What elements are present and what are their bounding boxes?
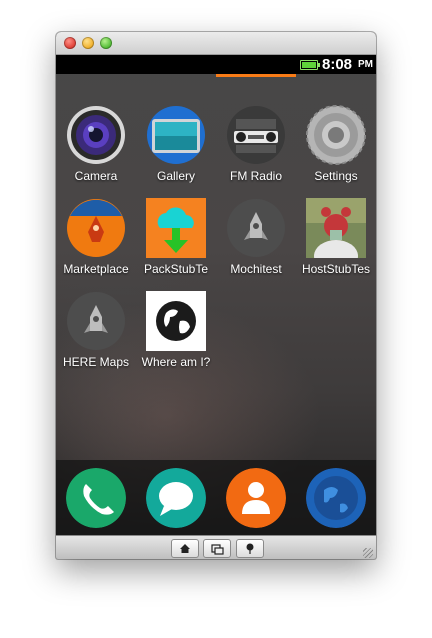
zoom-window-button[interactable] <box>100 37 112 49</box>
location-pin-icon <box>246 543 254 554</box>
photo-person-icon <box>306 198 366 258</box>
app-hoststub[interactable]: HostStubTes <box>296 192 376 276</box>
simulator-window: 8:08 PM Camera Gallery FM Radio Settings… <box>56 32 376 559</box>
app-packstub[interactable]: PackStubTe <box>136 192 216 276</box>
app-gallery[interactable]: Gallery <box>136 99 216 183</box>
rocket-icon <box>227 199 285 257</box>
browser-globe-icon[interactable] <box>306 468 366 528</box>
app-label: HERE Maps <box>62 355 130 369</box>
app-label: Camera <box>74 169 118 183</box>
app-camera[interactable]: Camera <box>56 99 136 183</box>
app-here-maps[interactable]: HERE Maps <box>56 285 136 369</box>
app-fm-radio[interactable]: FM Radio <box>216 99 296 183</box>
windows-icon <box>211 544 224 555</box>
dock <box>56 460 376 535</box>
page-indicator <box>216 74 296 77</box>
battery-icon <box>300 60 320 70</box>
phone-icon[interactable] <box>66 468 126 528</box>
camera-icon <box>67 106 125 164</box>
marketplace-rocket-icon <box>67 199 125 257</box>
contacts-icon[interactable] <box>226 468 286 528</box>
status-bar: 8:08 PM <box>56 55 376 74</box>
status-ampm: PM <box>358 59 373 70</box>
settings-gear-icon <box>306 105 366 165</box>
resize-grip[interactable] <box>363 548 373 558</box>
app-label: Mochitest <box>230 262 282 276</box>
app-label: Settings <box>314 169 358 183</box>
app-label: FM Radio <box>229 169 282 183</box>
app-mochitest[interactable]: Mochitest <box>216 192 296 276</box>
app-settings[interactable]: Settings <box>296 99 376 183</box>
location-button[interactable] <box>236 539 264 558</box>
messages-icon[interactable] <box>146 468 206 528</box>
gallery-icon <box>147 106 205 164</box>
simulator-toolbar <box>56 535 376 559</box>
app-where-am-i[interactable]: Where am I? <box>136 285 216 369</box>
app-marketplace[interactable]: Marketplace <box>56 192 136 276</box>
globe-icon <box>146 291 206 351</box>
app-label: Gallery <box>156 169 195 183</box>
rocket-icon <box>67 292 125 350</box>
title-bar[interactable] <box>56 32 376 55</box>
close-window-button[interactable] <box>64 37 76 49</box>
home-icon <box>180 544 190 553</box>
cloud-download-icon <box>146 198 206 258</box>
app-label: Marketplace <box>63 262 129 276</box>
windows-button[interactable] <box>203 539 231 558</box>
fm-radio-icon <box>227 106 285 164</box>
app-label: PackStubTe <box>143 262 209 276</box>
phone-screen: 8:08 PM Camera Gallery FM Radio Settings… <box>56 55 376 535</box>
minimize-window-button[interactable] <box>82 37 94 49</box>
home-button[interactable] <box>171 539 199 558</box>
app-label: HostStubTes <box>301 262 371 276</box>
app-label: Where am I? <box>141 355 211 369</box>
status-clock: 8:08 <box>322 56 353 73</box>
